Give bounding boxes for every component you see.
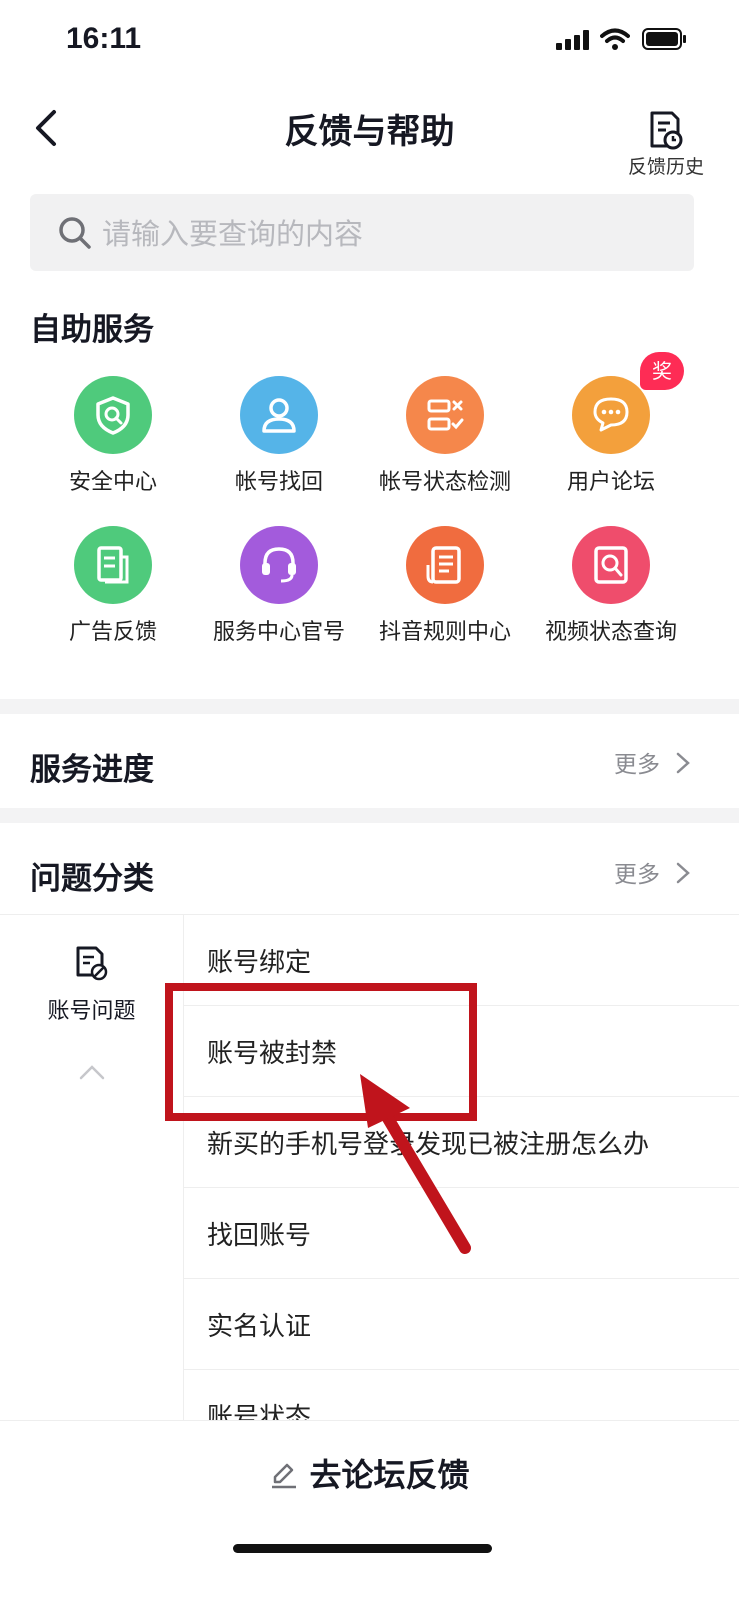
service-official-account[interactable]: 服务中心官号 [194, 526, 364, 646]
document-icon [74, 526, 152, 604]
shield-search-icon [74, 376, 152, 454]
service-label: 帐号找回 [234, 470, 323, 495]
home-indicator [233, 1544, 492, 1553]
service-ad-feedback[interactable]: 广告反馈 [28, 526, 198, 646]
user-icon [240, 376, 318, 454]
doc-search-icon [572, 526, 650, 604]
forum-feedback-label: 去论坛反馈 [309, 1456, 470, 1494]
service-video-status-query[interactable]: 视频状态查询 [526, 526, 696, 646]
service-label: 视频状态查询 [544, 620, 677, 645]
service-label: 抖音规则中心 [378, 620, 511, 645]
search-input[interactable] [100, 194, 664, 273]
section-divider [0, 808, 739, 823]
battery-icon [642, 28, 688, 54]
bottom-bar [0, 1420, 739, 1601]
service-label: 用户论坛 [566, 470, 655, 495]
search-bar[interactable] [30, 194, 694, 273]
category-item[interactable]: 实名认证 [184, 1279, 739, 1370]
self-service-title: 自助服务 [30, 312, 154, 348]
category-tab-account[interactable]: 账号问题 [0, 915, 183, 1045]
rules-doc-icon [406, 526, 484, 604]
category-item-label: 找回账号 [207, 1221, 312, 1251]
headset-icon [240, 526, 318, 604]
checklist-icon [406, 376, 484, 454]
service-label: 帐号状态检测 [378, 470, 511, 495]
reward-badge: 奖 [640, 352, 684, 390]
chevron-right-icon [676, 862, 690, 884]
cellular-signal-icon [556, 30, 590, 54]
service-account-recovery[interactable]: 帐号找回 [194, 376, 364, 496]
history-doc-icon [650, 111, 683, 150]
category-sidebar: 账号问题 [0, 915, 184, 1420]
section-divider [0, 699, 739, 714]
wifi-icon [600, 28, 630, 54]
category-item-label: 实名认证 [207, 1312, 312, 1342]
service-progress-title: 服务进度 [30, 752, 154, 788]
service-rules-center[interactable]: 抖音规则中心 [360, 526, 530, 646]
more-label: 更多 [614, 752, 660, 778]
service-label: 安全中心 [68, 470, 157, 495]
category-tab-label: 账号问题 [47, 999, 136, 1024]
chevron-right-icon [676, 752, 690, 774]
more-label: 更多 [614, 862, 660, 888]
annotation-arrow [360, 1074, 471, 1254]
chevron-up-icon[interactable] [78, 1063, 106, 1081]
progress-more-link[interactable]: 更多 [614, 745, 691, 779]
chat-bubbles-icon [572, 376, 650, 454]
status-time: 16:11 [66, 22, 142, 55]
edit-pen-icon [272, 1463, 297, 1489]
category-item-label: 账号绑定 [207, 948, 312, 978]
service-account-status-check[interactable]: 帐号状态检测 [360, 376, 530, 496]
service-label: 广告反馈 [68, 620, 157, 645]
account-issue-icon [76, 946, 108, 981]
service-label: 服务中心官号 [212, 620, 345, 645]
category-more-link[interactable]: 更多 [614, 855, 691, 889]
service-security-center[interactable]: 安全中心 [28, 376, 198, 496]
search-icon [59, 217, 91, 249]
feedback-history-label: 反馈历史 [628, 156, 705, 178]
service-user-forum[interactable]: 用户论坛 [526, 376, 696, 496]
problem-category-title: 问题分类 [30, 861, 154, 897]
forum-feedback-button[interactable]: 去论坛反馈 [0, 1450, 739, 1496]
